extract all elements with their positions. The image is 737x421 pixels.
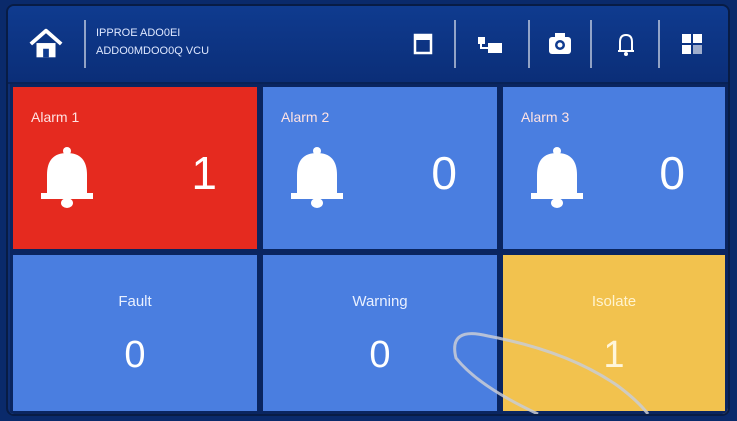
alarm-label: Alarm 2 (281, 109, 330, 125)
bell-icon (41, 147, 93, 208)
header-line-1: IPPROE ADO0EI (96, 27, 181, 39)
isolate-count: 1 (603, 334, 625, 376)
bell-button[interactable] (606, 24, 646, 64)
home-icon (29, 28, 63, 58)
calendar-button[interactable] (404, 24, 444, 64)
alarm-tile-3[interactable]: Alarm 3 0 (500, 84, 728, 252)
warning-label: Warning (352, 293, 408, 310)
warning-tile[interactable]: Warning 0 (260, 252, 500, 414)
header-separator (454, 20, 456, 68)
alarm-count: 1 (191, 147, 217, 199)
isolate-tile[interactable]: Isolate 1 (500, 252, 728, 414)
alarm-count: 0 (431, 147, 457, 199)
header-separator (658, 20, 660, 68)
header-separator (528, 20, 530, 68)
fault-label: Fault (118, 293, 152, 310)
camera-button[interactable] (540, 24, 580, 64)
bell-icon (618, 33, 634, 56)
camera-icon (549, 33, 571, 54)
warning-count: 0 (369, 334, 391, 376)
alarm-tile-1[interactable]: Alarm 1 1 (10, 84, 260, 252)
isolate-label: Isolate (591, 293, 637, 310)
header-line-2: ADDO0MDOO0Q VCU (96, 45, 210, 57)
calendar-icon (413, 33, 433, 55)
bell-icon (291, 147, 343, 208)
alarm-label: Alarm 1 (31, 109, 80, 125)
alarm-count: 0 (659, 147, 685, 199)
network-button[interactable] (470, 24, 510, 64)
panel-screen: IPPROE ADO0EI ADDO0MDOO0Q VCU Alarm 1 1 … (8, 6, 728, 414)
bell-icon (531, 147, 583, 208)
header-separator (590, 20, 592, 68)
fault-count: 0 (124, 334, 146, 376)
alarm-label: Alarm 3 (521, 109, 570, 125)
grid-icon (682, 34, 702, 54)
fault-tile[interactable]: Fault 0 (10, 252, 260, 414)
network-icon (478, 37, 502, 53)
header-title: IPPROE ADO0EI ADDO0MDOO0Q VCU (96, 24, 396, 64)
header-separator (84, 20, 86, 68)
home-button[interactable] (26, 24, 66, 64)
grid-button[interactable] (672, 24, 712, 64)
alarm-tile-2[interactable]: Alarm 2 0 (260, 84, 500, 252)
top-bar: IPPROE ADO0EI ADDO0MDOO0Q VCU (8, 6, 728, 84)
